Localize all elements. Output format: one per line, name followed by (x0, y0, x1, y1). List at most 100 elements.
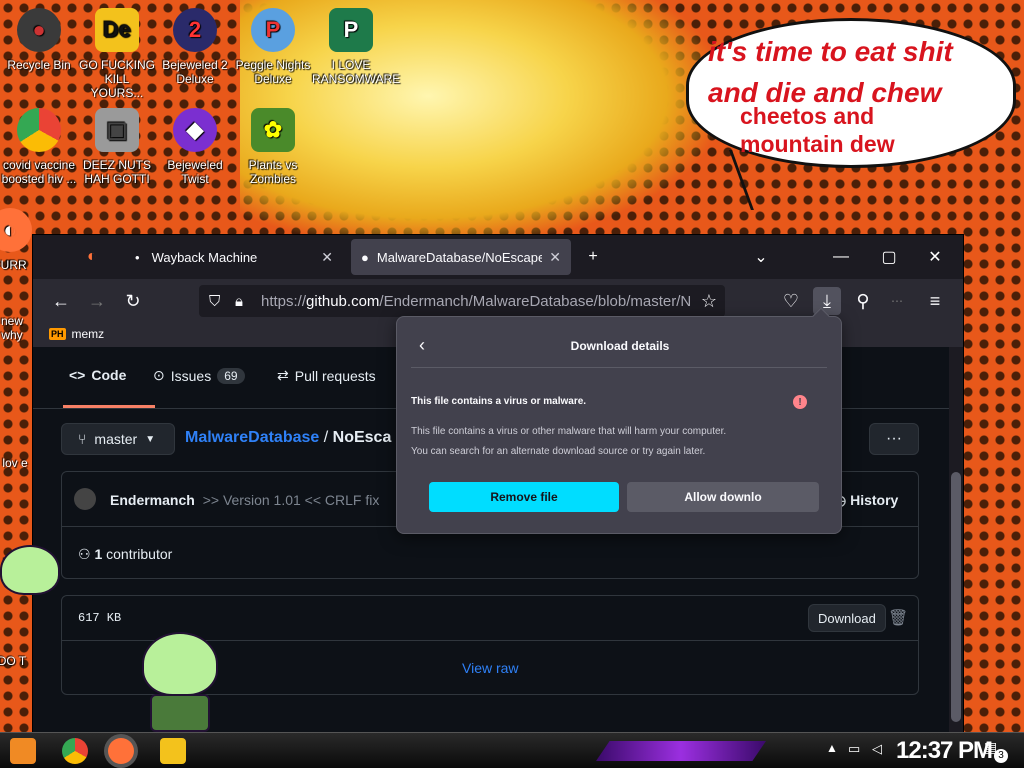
desktop-icon-label: new why (0, 314, 23, 342)
file-explorer-icon[interactable] (160, 738, 186, 764)
tab-issues[interactable]: ⊙ Issues 69 (153, 367, 245, 384)
branch-selector[interactable]: ⑂ master ▼ (61, 423, 175, 455)
download-button[interactable]: Download (808, 604, 886, 632)
breadcrumb-file: NoEsca (332, 429, 392, 446)
tab-wayback-machine[interactable]: • Wayback Machine ✕ (125, 239, 343, 275)
tab-strip: ◐ • Wayback Machine ✕ ● MalwareDatabase/… (33, 235, 963, 279)
url-path: /Endermanch/MalwareDatabase/blob/master/… (379, 292, 692, 310)
tab-label: MalwareDatabase/NoEscape.e (376, 249, 542, 265)
desktop-icon-ransomware[interactable]: P I LOVE RANSOMWARE (312, 8, 400, 86)
volume-icon[interactable]: ◁ (872, 741, 882, 757)
download-details-panel: ‹ Download details This file contains a … (396, 307, 842, 534)
desktop-icon-label: FURR (0, 258, 27, 272)
desktop-icon-label: Peggle Nights Deluxe (235, 58, 311, 86)
contributors-count: 1 (94, 546, 103, 562)
chrome-taskbar-icon[interactable] (62, 738, 88, 764)
history-link[interactable]: ◷ History (834, 492, 898, 509)
remove-file-button[interactable]: Remove file (429, 482, 619, 512)
tab-code-label: Code (91, 367, 127, 383)
tab-list-chevron-icon[interactable]: ⌄ (741, 243, 781, 271)
extensions-icon[interactable]: ⚲ (849, 287, 877, 315)
trash-icon[interactable]: 🗑︎ (888, 608, 908, 628)
breadcrumb: MalwareDatabase / NoEsca (185, 429, 391, 447)
tray-chevron-icon[interactable]: ▲ (826, 741, 838, 755)
de-app-icon: De (95, 8, 139, 52)
warning-body-line2: You can search for an alternate download… (411, 446, 706, 457)
desktop-icon-do-t[interactable]: DO T (0, 654, 32, 668)
tab-issues-label: Issues (170, 367, 212, 384)
desktop-icon-label: DEEZ NUTS HAH GOTTI (82, 158, 151, 186)
notification-icon[interactable]: ▤ 3 (984, 739, 1008, 763)
tab-pull-requests[interactable]: ⇄ Pull requests (277, 367, 376, 384)
github-icon: ● (361, 249, 369, 265)
firefox-icon: ◐ (0, 208, 32, 252)
close-window-button[interactable]: ✕ (915, 243, 955, 271)
shield-icon: ⛉ (209, 292, 221, 310)
firefox-icon: ◐ (87, 248, 97, 265)
close-tab-icon[interactable]: ✕ (549, 249, 561, 266)
desktop-icon-deez-nuts[interactable]: ▣ DEEZ NUTS HAH GOTTI (78, 108, 156, 186)
extension-icon[interactable]: ⋯ (883, 287, 911, 315)
menu-icon[interactable]: ≡ (921, 287, 949, 315)
desktop-icon-new[interactable]: new why (0, 314, 32, 342)
back-arrow-icon[interactable]: ← (47, 287, 75, 315)
desktop-icon-ilov[interactable]: i lov e (0, 456, 32, 470)
firefox-taskbar-icon[interactable] (108, 738, 134, 764)
peridot-body (150, 694, 210, 732)
tab-code[interactable]: <> Code (69, 367, 126, 383)
commit-line: Endermanch >> Version 1.01 << CRLF fix (110, 492, 379, 508)
publisher-icon: P (329, 8, 373, 52)
divider (411, 367, 827, 368)
desktop-icon-covid[interactable]: covid vaccine boosted hiv ... (0, 108, 78, 186)
tab-label: Wayback Machine (151, 249, 258, 265)
minimize-button[interactable]: — (821, 243, 861, 271)
active-tab-underline (63, 405, 155, 408)
url-bar[interactable]: ⛉ 🔒︎ https:// github.com /Endermanch/Mal… (199, 285, 725, 317)
bubble-line-1: it's time to eat shit (708, 36, 953, 67)
desktop-icon-kill[interactable]: De GO FUCKING KILL YOURS... (78, 8, 156, 100)
desktop-icon-bejeweled-twist[interactable]: ◆ Bejeweled Twist (156, 108, 234, 186)
tab-malware-database[interactable]: ● MalwareDatabase/NoEscape.e ✕ (351, 239, 571, 275)
contributors[interactable]: ⚇ 1 contributor (78, 546, 172, 563)
avatar[interactable] (74, 488, 96, 510)
window-stack-icon: ▣ (95, 108, 139, 152)
peridot-sticker (142, 632, 218, 696)
start-button[interactable] (10, 738, 36, 764)
bookmark-star-icon[interactable]: ☆ (695, 287, 723, 315)
desktop-icon-label: covid vaccine boosted hiv ... (1, 158, 77, 186)
pocket-icon[interactable]: ♡ (777, 287, 805, 315)
pull-request-icon: ⇄ (277, 367, 289, 383)
history-label: History (850, 492, 899, 508)
desktop-icon-label: Recycle Bin (7, 58, 71, 72)
notification-count: 3 (994, 749, 1008, 763)
new-tab-button[interactable]: + (573, 243, 613, 271)
commit-message[interactable]: >> Version 1.01 << CRLF fix (203, 492, 380, 508)
desktop-icon-peggle[interactable]: P Peggle Nights Deluxe (234, 8, 312, 86)
network-icon[interactable]: ▭ (848, 741, 860, 757)
forward-arrow-icon[interactable]: → (83, 287, 111, 315)
allow-download-button[interactable]: Allow downlo (627, 482, 819, 512)
desktop-icon-recycle-bin[interactable]: ● Recycle Bin (0, 8, 78, 72)
maximize-button[interactable]: ▢ (869, 243, 909, 271)
breadcrumb-repo-link[interactable]: MalwareDatabase (185, 429, 319, 446)
clock[interactable]: 12:37 PM (896, 737, 993, 765)
desktop-icon-pvz[interactable]: ✿ Plants vs Zombies (234, 108, 312, 186)
close-tab-icon[interactable]: ✕ (321, 249, 333, 266)
bejeweled-2-icon: 2 (173, 8, 217, 52)
desktop-icon-label: Bejeweled Twist (167, 158, 223, 186)
view-raw-link[interactable]: View raw (462, 660, 519, 676)
reload-icon[interactable]: ↻ (119, 287, 147, 315)
warning-heading: This file contains a virus or malware. (411, 396, 587, 407)
scrollbar-thumb[interactable] (951, 472, 961, 722)
breadcrumb-separator: / (323, 429, 329, 446)
bookmark-memz[interactable]: PH memz (49, 327, 104, 341)
commit-author[interactable]: Endermanch (110, 492, 195, 508)
peridot-sticker-small (0, 545, 60, 595)
desktop-icon-bejeweled-2[interactable]: 2 Bejeweled 2 Deluxe (156, 8, 234, 86)
issues-counter: 69 (217, 367, 245, 384)
url-scheme: https:// (261, 292, 307, 310)
more-options-button[interactable]: ··· (869, 423, 919, 455)
pinned-tab[interactable]: ◐ (77, 239, 117, 275)
branch-name: master (94, 431, 138, 447)
scrollbar[interactable] (949, 347, 963, 732)
